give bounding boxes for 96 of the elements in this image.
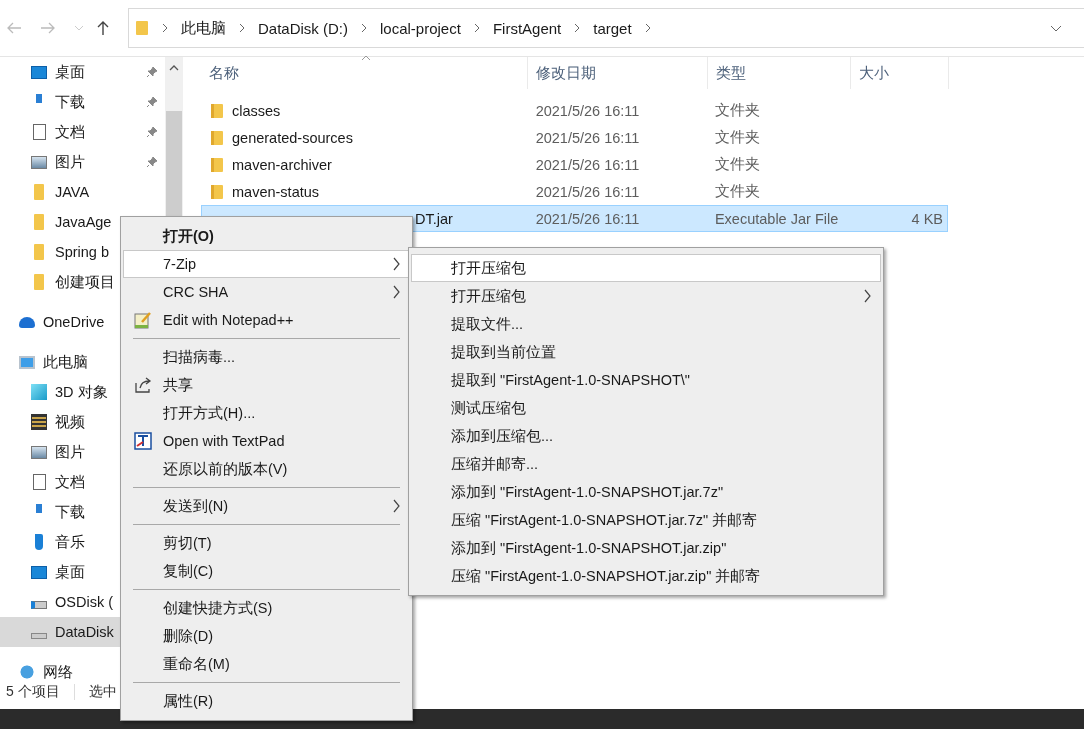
file-row[interactable]: classes 2021/5/26 16:11 文件夹: [201, 97, 948, 124]
menu-item[interactable]: 打开压缩包: [411, 282, 881, 310]
sort-icon: [361, 55, 371, 61]
menu-item[interactable]: 打开方式(H)...: [123, 399, 410, 427]
column-header[interactable]: 修改日期: [528, 57, 708, 89]
file-name: maven-status: [232, 183, 320, 200]
computer-icon: [19, 355, 35, 369]
breadcrumb[interactable]: FirstAgent: [492, 19, 562, 37]
menu-item[interactable]: 打开压缩包: [411, 254, 881, 282]
drive-icon: [31, 633, 47, 639]
share-icon: [134, 377, 152, 393]
folder-icon: [34, 214, 44, 230]
monitor-icon: [31, 65, 47, 79]
menu-item[interactable]: 压缩 "FirstAgent-1.0-SNAPSHOT.jar.7z" 并邮寄: [411, 506, 881, 534]
folder-icon: [210, 183, 224, 200]
menu-item[interactable]: 扫描病毒...: [123, 343, 410, 371]
menu-item[interactable]: 压缩 "FirstAgent-1.0-SNAPSHOT.jar.zip" 并邮寄: [411, 562, 881, 590]
folder-icon: [34, 244, 44, 260]
table-cell-text: 文件夹: [713, 155, 761, 174]
file-row[interactable]: maven-archiver 2021/5/26 16:11 文件夹: [201, 151, 948, 178]
pin-icon[interactable]: [146, 156, 158, 168]
drive-icon: [31, 601, 47, 609]
menu-item[interactable]: 添加到 "FirstAgent-1.0-SNAPSHOT.jar.zip": [411, 534, 881, 562]
chevron-icon[interactable]: [574, 23, 581, 33]
up-icon[interactable]: [96, 20, 110, 36]
menu-item[interactable]: 压缩并邮寄...: [411, 450, 881, 478]
image-icon: [31, 445, 47, 459]
file-name: classes: [232, 102, 281, 119]
pin-icon[interactable]: [146, 96, 158, 108]
image-icon: [31, 155, 47, 169]
notepad-icon: [134, 311, 152, 329]
folder-icon: [210, 156, 224, 173]
table-cell-text: 文件夹: [713, 182, 761, 201]
folder-icon: [210, 102, 224, 119]
menu-item[interactable]: 7-Zip: [123, 250, 410, 278]
menu-item[interactable]: 重命名(M): [123, 650, 410, 678]
menu-item[interactable]: 共享: [123, 371, 410, 399]
table-cell-text: Executable Jar File: [713, 210, 840, 227]
pin-icon[interactable]: [146, 126, 158, 138]
selection-info: 选中: [88, 683, 117, 701]
monitor-icon: [31, 565, 47, 579]
sidebar-item[interactable]: 图片: [0, 147, 165, 177]
file-row[interactable]: generated-sources 2021/5/26 16:11 文件夹: [201, 124, 948, 151]
folder-icon: [34, 274, 44, 290]
scroll-up-icon[interactable]: [169, 65, 179, 71]
document-icon: [32, 474, 46, 490]
table-cell-text: 2021/5/26 16:11: [534, 210, 641, 227]
table-cell-text: 文件夹: [713, 101, 761, 120]
table-cell-text: 2021/5/26 16:11: [534, 102, 641, 119]
chevron-icon[interactable]: [162, 23, 168, 33]
dropdown-icon[interactable]: [1050, 24, 1062, 32]
sidebar-item[interactable]: 桌面: [0, 57, 165, 87]
table-cell-text: 2021/5/26 16:11: [534, 183, 641, 200]
address-bar[interactable]: 此电脑 DataDisk (D:) local-project FirstAgent target: [128, 8, 1084, 48]
chevron-icon[interactable]: [473, 23, 480, 33]
table-cell: 4 KB: [911, 210, 943, 227]
folder-icon: [135, 20, 149, 36]
column-header[interactable]: 类型: [708, 57, 851, 89]
table-cell-text: 文件夹: [713, 128, 761, 147]
menu-item[interactable]: 属性(R): [123, 687, 410, 715]
menu-item[interactable]: 添加到 "FirstAgent-1.0-SNAPSHOT.jar.7z": [411, 478, 881, 506]
menu-item[interactable]: 提取文件...: [411, 310, 881, 338]
column-header[interactable]: 名称: [201, 57, 528, 89]
folder-icon: [34, 184, 44, 200]
film-icon: [31, 414, 47, 430]
file-row[interactable]: maven-status 2021/5/26 16:11 文件夹: [201, 178, 948, 205]
breadcrumb[interactable]: 此电脑: [181, 18, 226, 38]
pin-icon[interactable]: [146, 66, 158, 78]
sidebar-item[interactable]: 文档: [0, 117, 165, 147]
menu-item[interactable]: Open with TextPad: [123, 427, 410, 455]
table-cell-text: 2021/5/26 16:11: [534, 129, 641, 146]
textpad-icon: [134, 432, 152, 450]
menu-item[interactable]: 测试压缩包: [411, 394, 881, 422]
chevron-icon[interactable]: [239, 23, 245, 33]
chevron-icon[interactable]: [361, 23, 367, 33]
breadcrumb[interactable]: local-project: [380, 19, 461, 37]
folder-icon: [210, 129, 224, 146]
menu-item[interactable]: 提取到 "FirstAgent-1.0-SNAPSHOT\": [411, 366, 881, 394]
menu-item[interactable]: 添加到压缩包...: [411, 422, 881, 450]
menu-item[interactable]: 复制(C): [123, 557, 410, 585]
breadcrumb[interactable]: target: [593, 19, 632, 37]
sidebar-item[interactable]: JAVA: [0, 177, 165, 207]
menu-item[interactable]: 还原以前的版本(V): [123, 455, 410, 483]
column-header[interactable]: 大小: [851, 57, 949, 89]
cloud-icon: [19, 316, 35, 328]
item-count: 5 个项目: [6, 683, 60, 701]
file-name: maven-archiver: [232, 156, 332, 173]
file-name: DT.jar: [415, 210, 453, 227]
menu-item[interactable]: 发送到(N): [123, 492, 410, 520]
file-name: generated-sources: [232, 129, 353, 146]
table-cell-text: 2021/5/26 16:11: [534, 156, 641, 173]
menu-item[interactable]: 提取到当前位置: [411, 338, 881, 366]
document-icon: [32, 124, 46, 140]
breadcrumb[interactable]: DataDisk (D:): [258, 19, 348, 37]
sidebar-item[interactable]: 下载: [0, 87, 165, 117]
chevron-icon[interactable]: [644, 23, 651, 33]
